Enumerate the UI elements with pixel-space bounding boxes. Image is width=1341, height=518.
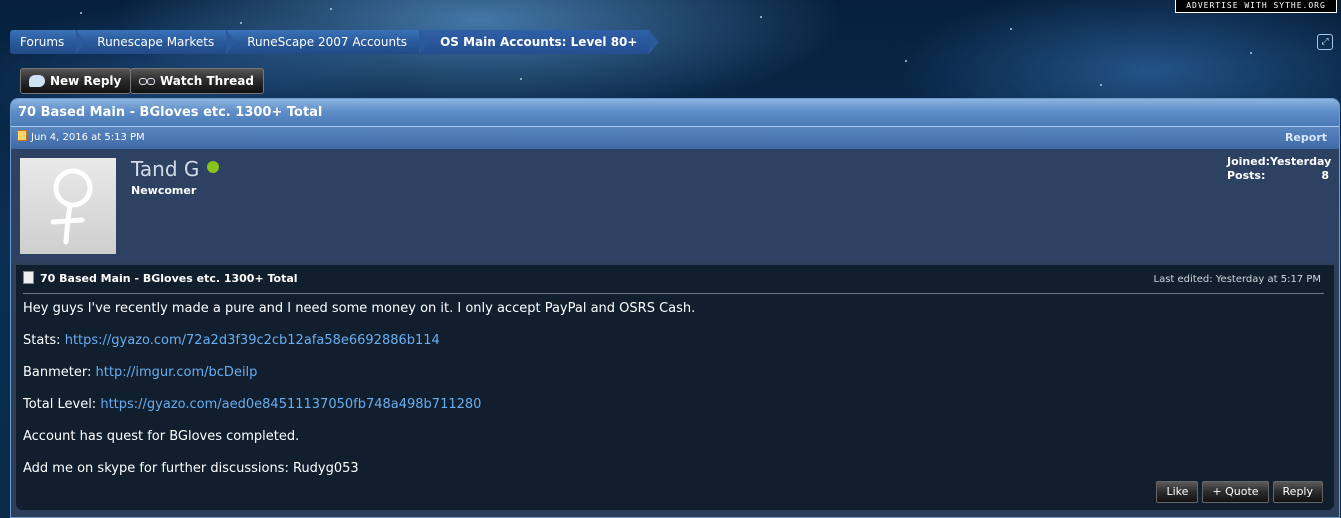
user-info: Tand G Newcomer Joined: Yesterday Posts: 8 bbox=[11, 149, 1339, 263]
post-content: Hey guys I've recently made a pure and I… bbox=[16, 294, 1334, 492]
joined-value: Yesterday bbox=[1270, 155, 1332, 168]
total-level-link[interactable]: https://gyazo.com/aed0e84511137050fb748a… bbox=[100, 397, 481, 412]
thread-panel: 70 Based Main - BGloves etc. 1300+ Total… bbox=[10, 98, 1340, 518]
stats-link[interactable]: https://gyazo.com/72a2d3f39c2cb12afa58e6… bbox=[65, 333, 440, 348]
reply-button[interactable]: Reply bbox=[1272, 481, 1323, 503]
posts-value: 8 bbox=[1321, 169, 1329, 182]
new-reply-button[interactable]: New Reply bbox=[20, 68, 132, 94]
post-meta-bar: Jun 4, 2016 at 5:13 PM Report bbox=[11, 126, 1339, 149]
breadcrumb-forums[interactable]: Forums bbox=[10, 30, 87, 54]
breadcrumb-rs2007-accounts[interactable]: RuneScape 2007 Accounts bbox=[227, 30, 429, 54]
post-actions: Like + Quote Reply bbox=[1156, 481, 1323, 503]
quest-line: Account has quest for BGloves completed. bbox=[23, 429, 300, 444]
like-button[interactable]: Like bbox=[1156, 481, 1199, 503]
stats-line: Stats: https://gyazo.com/72a2d3f39c2cb12… bbox=[23, 332, 1334, 364]
last-edited: Last edited: Yesterday at 5:17 PM bbox=[1153, 274, 1322, 285]
breadcrumb-current[interactable]: OS Main Accounts: Level 80+ bbox=[420, 30, 660, 54]
post-date-text: Jun 4, 2016 at 5:13 PM bbox=[31, 132, 145, 143]
post-date: Jun 4, 2016 at 5:13 PM bbox=[17, 127, 145, 149]
post-title-text: 70 Based Main - BGloves etc. 1300+ Total bbox=[40, 272, 298, 285]
joined-label: Joined: bbox=[1227, 155, 1270, 168]
user-title: Newcomer bbox=[131, 184, 197, 197]
banmeter-label: Banmeter: bbox=[23, 365, 96, 380]
stats-label: Stats: bbox=[23, 333, 65, 348]
post-title: 70 Based Main - BGloves etc. 1300+ Total bbox=[23, 271, 298, 285]
online-status-icon bbox=[207, 161, 220, 173]
new-reply-label: New Reply bbox=[50, 74, 122, 88]
thread-title: 70 Based Main - BGloves etc. 1300+ Total bbox=[11, 99, 1339, 126]
expand-icon[interactable]: ⤢ bbox=[1317, 34, 1333, 50]
post-body: 70 Based Main - BGloves etc. 1300+ Total… bbox=[16, 265, 1334, 510]
breadcrumb: Forums Runescape Markets RuneScape 2007 … bbox=[10, 30, 660, 54]
post-intro: Hey guys I've recently made a pure and I… bbox=[23, 301, 696, 316]
female-symbol-icon bbox=[50, 168, 93, 245]
avatar[interactable] bbox=[20, 158, 116, 254]
banmeter-link[interactable]: http://imgur.com/bcDeilp bbox=[96, 365, 258, 380]
total-level-label: Total Level: bbox=[23, 397, 101, 412]
banmeter-line: Banmeter: http://imgur.com/bcDeilp bbox=[23, 364, 1334, 396]
skype-line: Add me on skype for further discussions:… bbox=[23, 461, 359, 476]
post-icon bbox=[17, 130, 27, 141]
posts-label: Posts: bbox=[1227, 169, 1266, 182]
advertise-banner[interactable]: ADVERTISE WITH SYTHE.ORG bbox=[1175, 0, 1337, 13]
username[interactable]: Tand G bbox=[131, 157, 220, 181]
post-title-row: 70 Based Main - BGloves etc. 1300+ Total… bbox=[16, 265, 1334, 293]
user-stats: Joined: Yesterday Posts: 8 bbox=[1227, 155, 1332, 183]
breadcrumb-runescape-markets[interactable]: Runescape Markets bbox=[77, 30, 237, 54]
watch-thread-button[interactable]: Watch Thread bbox=[130, 68, 264, 94]
watch-thread-label: Watch Thread bbox=[160, 74, 254, 88]
username-text: Tand G bbox=[131, 157, 200, 181]
speech-bubble-icon bbox=[29, 75, 45, 87]
glasses-icon bbox=[139, 75, 155, 87]
page-icon bbox=[23, 271, 34, 284]
report-link[interactable]: Report bbox=[1285, 127, 1339, 149]
total-level-line: Total Level: https://gyazo.com/aed0e8451… bbox=[23, 396, 1334, 428]
quote-button[interactable]: + Quote bbox=[1202, 481, 1269, 503]
